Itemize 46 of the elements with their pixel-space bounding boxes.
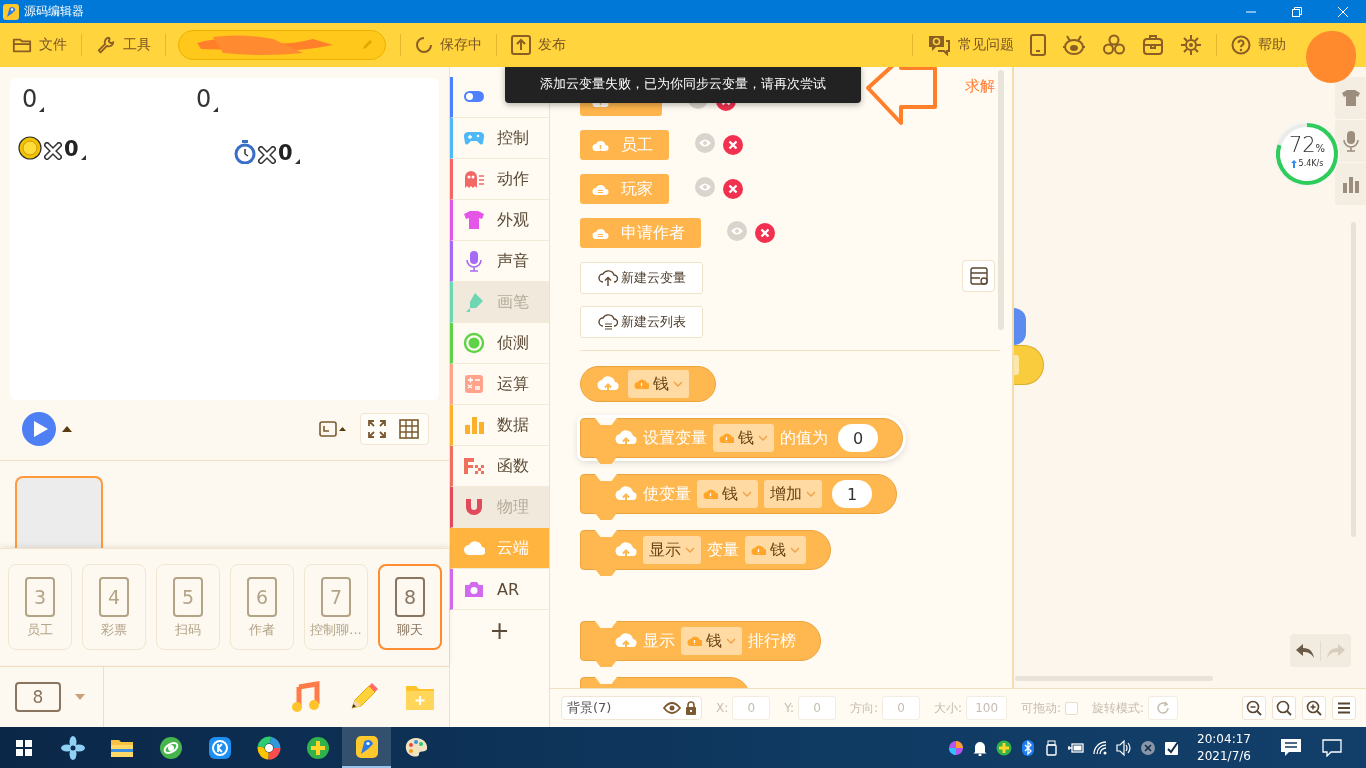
field-label: 可拖动: [1021, 699, 1062, 717]
field-label: X: [716, 701, 729, 715]
variable-dropdown[interactable]: 钱 [681, 627, 742, 655]
field-label: Y: [784, 701, 795, 715]
variable-dropdown[interactable]: 钱 [745, 536, 806, 564]
number-input[interactable]: 0 [838, 424, 878, 452]
block-label: 变量 [707, 539, 739, 561]
error-toast: 添加云变量失败，已为你同步云变量，请再次尝试 [505, 64, 861, 103]
block-label: 排行榜 [748, 630, 796, 652]
field-label: 方向: [850, 699, 879, 717]
variable-dropdown[interactable]: 钱 [713, 424, 774, 452]
new-cloud-button[interactable]: 新建云列表 [580, 306, 703, 338]
block-label: 的值为 [780, 427, 828, 449]
field-label: 旋转模式: [1092, 699, 1145, 717]
sprite-name-field[interactable]: 背景(7) [561, 696, 702, 720]
field-label: 大小: [934, 699, 963, 717]
sprite-name: 背景(7) [567, 699, 613, 717]
clock-date[interactable]: 2021/7/6 [1197, 747, 1251, 765]
menu-button[interactable]: 工具 [88, 29, 159, 61]
reporter-block[interactable]: 钱 [580, 366, 716, 402]
clock-time[interactable]: 20:04:17 [1197, 730, 1251, 748]
add-category-button[interactable]: + [450, 610, 549, 651]
monitor-value: 0 [278, 142, 293, 164]
screen-card[interactable]: 8 聊天 [378, 564, 442, 650]
screen-selector[interactable]: 8 [15, 681, 61, 712]
gauge-unit: % [1315, 143, 1326, 154]
upload-speed: 5.4K/s [1298, 159, 1324, 168]
new-cloud-button[interactable]: 新建云变量 [580, 262, 703, 294]
publish-button[interactable]: 发布 [503, 29, 574, 61]
window-title: 源码编辑器 [24, 3, 84, 20]
gauge-value: 72 [1288, 134, 1316, 156]
block-label: 显示 [643, 630, 675, 652]
option-dropdown[interactable]: 增加 [764, 480, 822, 508]
monitor-value: 0 [22, 86, 38, 112]
variable-dropdown[interactable]: 钱 [628, 370, 689, 398]
variable-dropdown[interactable]: 钱 [697, 480, 758, 508]
number-input[interactable]: 1 [832, 480, 872, 508]
block-label: 设置变量 [643, 427, 707, 449]
menu-button[interactable]: 文件 [4, 29, 75, 61]
block-label: 使变量 [643, 483, 691, 505]
save-status: 保存中 [407, 29, 490, 61]
faq-button[interactable]: 常见问题 [919, 29, 1022, 61]
help-button[interactable]: 帮助 [1223, 29, 1294, 61]
monitor-value: 0 [64, 138, 79, 160]
option-dropdown[interactable]: 显示 [643, 536, 701, 564]
monitor-value: 0 [196, 86, 212, 112]
